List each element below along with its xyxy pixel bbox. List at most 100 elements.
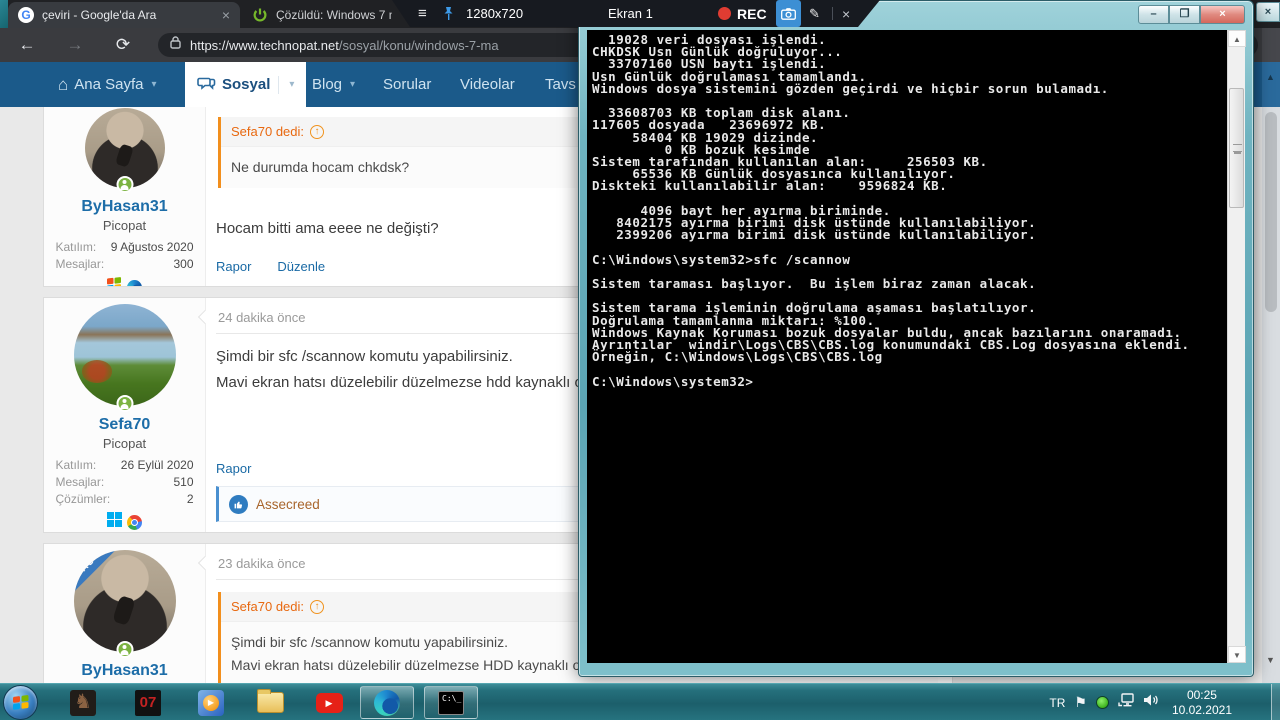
resolution-label: 1280x720 <box>466 6 524 21</box>
edge-taskbar-button[interactable] <box>360 686 414 719</box>
quote-author: Sefa70 dedi: <box>231 599 305 614</box>
nav-home-label: Ana Sayfa <box>74 76 144 93</box>
desktop-edge <box>0 0 8 28</box>
rec-dot-icon[interactable] <box>718 0 731 27</box>
lock-icon <box>170 36 181 54</box>
scroll-up-icon[interactable]: ▲ <box>1228 30 1246 47</box>
action-center-flag-icon[interactable]: ⚑ <box>1074 694 1087 711</box>
windows7-icon <box>107 277 122 286</box>
nav-recommend[interactable]: Tavs <box>545 62 576 107</box>
screenshot-button[interactable] <box>776 0 801 27</box>
youtube-icon[interactable]: ▶ <box>314 688 344 717</box>
recorder-tray-icon[interactable] <box>1095 696 1109 709</box>
ks-ribbon-badge: KS <box>73 550 123 600</box>
avatar[interactable]: KS <box>73 550 176 652</box>
scroll-up-icon[interactable]: ▲ <box>1266 72 1275 82</box>
cmd-window-controls: – ❐ × <box>1138 5 1245 24</box>
user-platform-icons <box>107 277 142 286</box>
file-explorer-icon[interactable] <box>255 688 285 717</box>
show-desktop-button[interactable] <box>1271 684 1280 720</box>
report-link[interactable]: Rapor <box>216 259 251 274</box>
avatar[interactable] <box>73 304 176 406</box>
edit-link[interactable]: Düzenle <box>277 259 325 274</box>
start-button[interactable] <box>3 685 38 720</box>
jump-to-post-icon[interactable]: ↑ <box>310 124 325 139</box>
cmd-taskbar-button[interactable]: C:\_ <box>424 686 478 719</box>
url-text: https://www.technopat.net/sosyal/konu/wi… <box>190 38 499 53</box>
tab-close-icon[interactable]: × <box>222 7 230 23</box>
tray-clock[interactable]: 00:25 10.02.2021 <box>1172 688 1232 718</box>
nav-questions[interactable]: Sorular <box>383 62 431 107</box>
online-badge <box>116 395 133 412</box>
close-button[interactable]: × <box>1200 5 1245 24</box>
forward-button[interactable]: → <box>60 35 90 55</box>
app-07-icon[interactable]: 07 <box>133 688 163 717</box>
chevron-down-icon[interactable]: ▾ <box>278 75 294 94</box>
report-link[interactable]: Rapor <box>216 461 251 476</box>
background-window-close-button[interactable]: × <box>1256 2 1280 22</box>
user-title: Picopat <box>102 436 147 451</box>
scroll-down-icon[interactable]: ▼ <box>1228 646 1246 663</box>
cmd-window[interactable]: – ❐ × 19028 veri dosyası işlendi. CHKDSK… <box>578 0 1254 677</box>
rec-label: REC <box>737 5 767 22</box>
scrollbar-thumb[interactable] <box>1229 88 1244 208</box>
volume-icon[interactable] <box>1143 693 1159 712</box>
post-actions: Rapor <box>216 461 251 476</box>
home-icon: ⌂ <box>58 74 69 94</box>
stat-value: 2 <box>186 492 194 506</box>
scrollbar-thumb[interactable] <box>1265 112 1277 312</box>
stat-label: Katılım: <box>55 240 97 254</box>
google-icon: G <box>18 7 34 23</box>
chrome-icon <box>127 514 142 530</box>
console-scrollbar[interactable]: ▲ ▼ <box>1227 30 1246 663</box>
username[interactable]: ByHasan31 <box>81 198 167 216</box>
recorder-close-icon[interactable]: × <box>842 0 850 27</box>
jump-to-post-icon[interactable]: ↑ <box>310 599 325 614</box>
post-1-usercell: ByHasan31 Picopat Katılım: 9 Ağustos 2020… <box>44 107 206 286</box>
stat-label: Katılım: <box>55 458 97 472</box>
user-stats: Katılım: 9 Ağustos 2020 Mesajlar: 300 <box>56 239 194 273</box>
divider <box>832 7 833 20</box>
pin-icon[interactable] <box>442 0 455 27</box>
scroll-down-icon[interactable]: ▼ <box>1266 655 1275 665</box>
nav-videos-label: Videolar <box>460 76 515 93</box>
minimize-button[interactable]: – <box>1138 5 1169 24</box>
horse-app-icon[interactable]: ♞ <box>68 688 98 717</box>
quote-author: Sefa70 dedi: <box>231 124 305 139</box>
nav-social[interactable]: Sosyal ▾ <box>185 62 307 107</box>
browser-tab-active[interactable]: G çeviri - Google'da Ara × <box>8 2 240 28</box>
screen-label: Ekran 1 <box>608 6 653 21</box>
user-stats: Katılım: 26 Eylül 2020 Mesajlar: 510 Çözüm… <box>56 457 194 508</box>
username[interactable]: Sefa70 <box>99 416 151 434</box>
stat-value: 510 <box>173 475 194 489</box>
maximize-button[interactable]: ❐ <box>1169 5 1200 24</box>
media-player-icon[interactable] <box>196 688 226 717</box>
nav-blog[interactable]: Blog ▾ <box>312 62 355 107</box>
network-icon[interactable] <box>1118 693 1134 712</box>
browser-scrollbar[interactable]: ▲ ▼ <box>1262 28 1280 683</box>
back-button[interactable]: ← <box>12 35 42 55</box>
username[interactable]: ByHasan31 <box>81 662 167 680</box>
tab-title: çeviri - Google'da Ara <box>42 8 157 22</box>
tray-date: 10.02.2021 <box>1171 702 1232 717</box>
reaction-user[interactable]: Assecreed <box>256 497 320 512</box>
online-badge <box>116 176 133 193</box>
chevron-down-icon: ▾ <box>350 79 356 90</box>
edge-icon <box>127 279 142 286</box>
user-platform-icons <box>107 512 142 532</box>
refresh-button[interactable]: ⟳ <box>108 35 138 55</box>
language-indicator[interactable]: TR <box>1049 696 1065 710</box>
tab-title: Çözüldü: Windows 7 m <box>276 8 392 22</box>
nav-home[interactable]: ⌂ Ana Sayfa ▾ <box>58 62 157 107</box>
nav-recommend-label: Tavs <box>545 76 576 93</box>
nav-blog-label: Blog <box>312 76 343 93</box>
draw-pencil-icon[interactable]: ✎ <box>809 0 820 27</box>
tray-time: 00:25 <box>1186 687 1217 702</box>
chevron-down-icon: ▾ <box>151 79 157 90</box>
console-output-area[interactable]: 19028 veri dosyası işlendi. CHKDSK Usn G… <box>587 30 1227 663</box>
menu-icon[interactable]: ≡ <box>418 0 427 27</box>
desktop: G çeviri - Google'da Ara × Çözüldü: Wind… <box>0 0 1280 720</box>
nav-videos[interactable]: Videolar <box>460 62 515 107</box>
stat-value: 300 <box>173 257 194 271</box>
browser-tab-technopat[interactable]: Çözüldü: Windows 7 m <box>242 2 402 28</box>
